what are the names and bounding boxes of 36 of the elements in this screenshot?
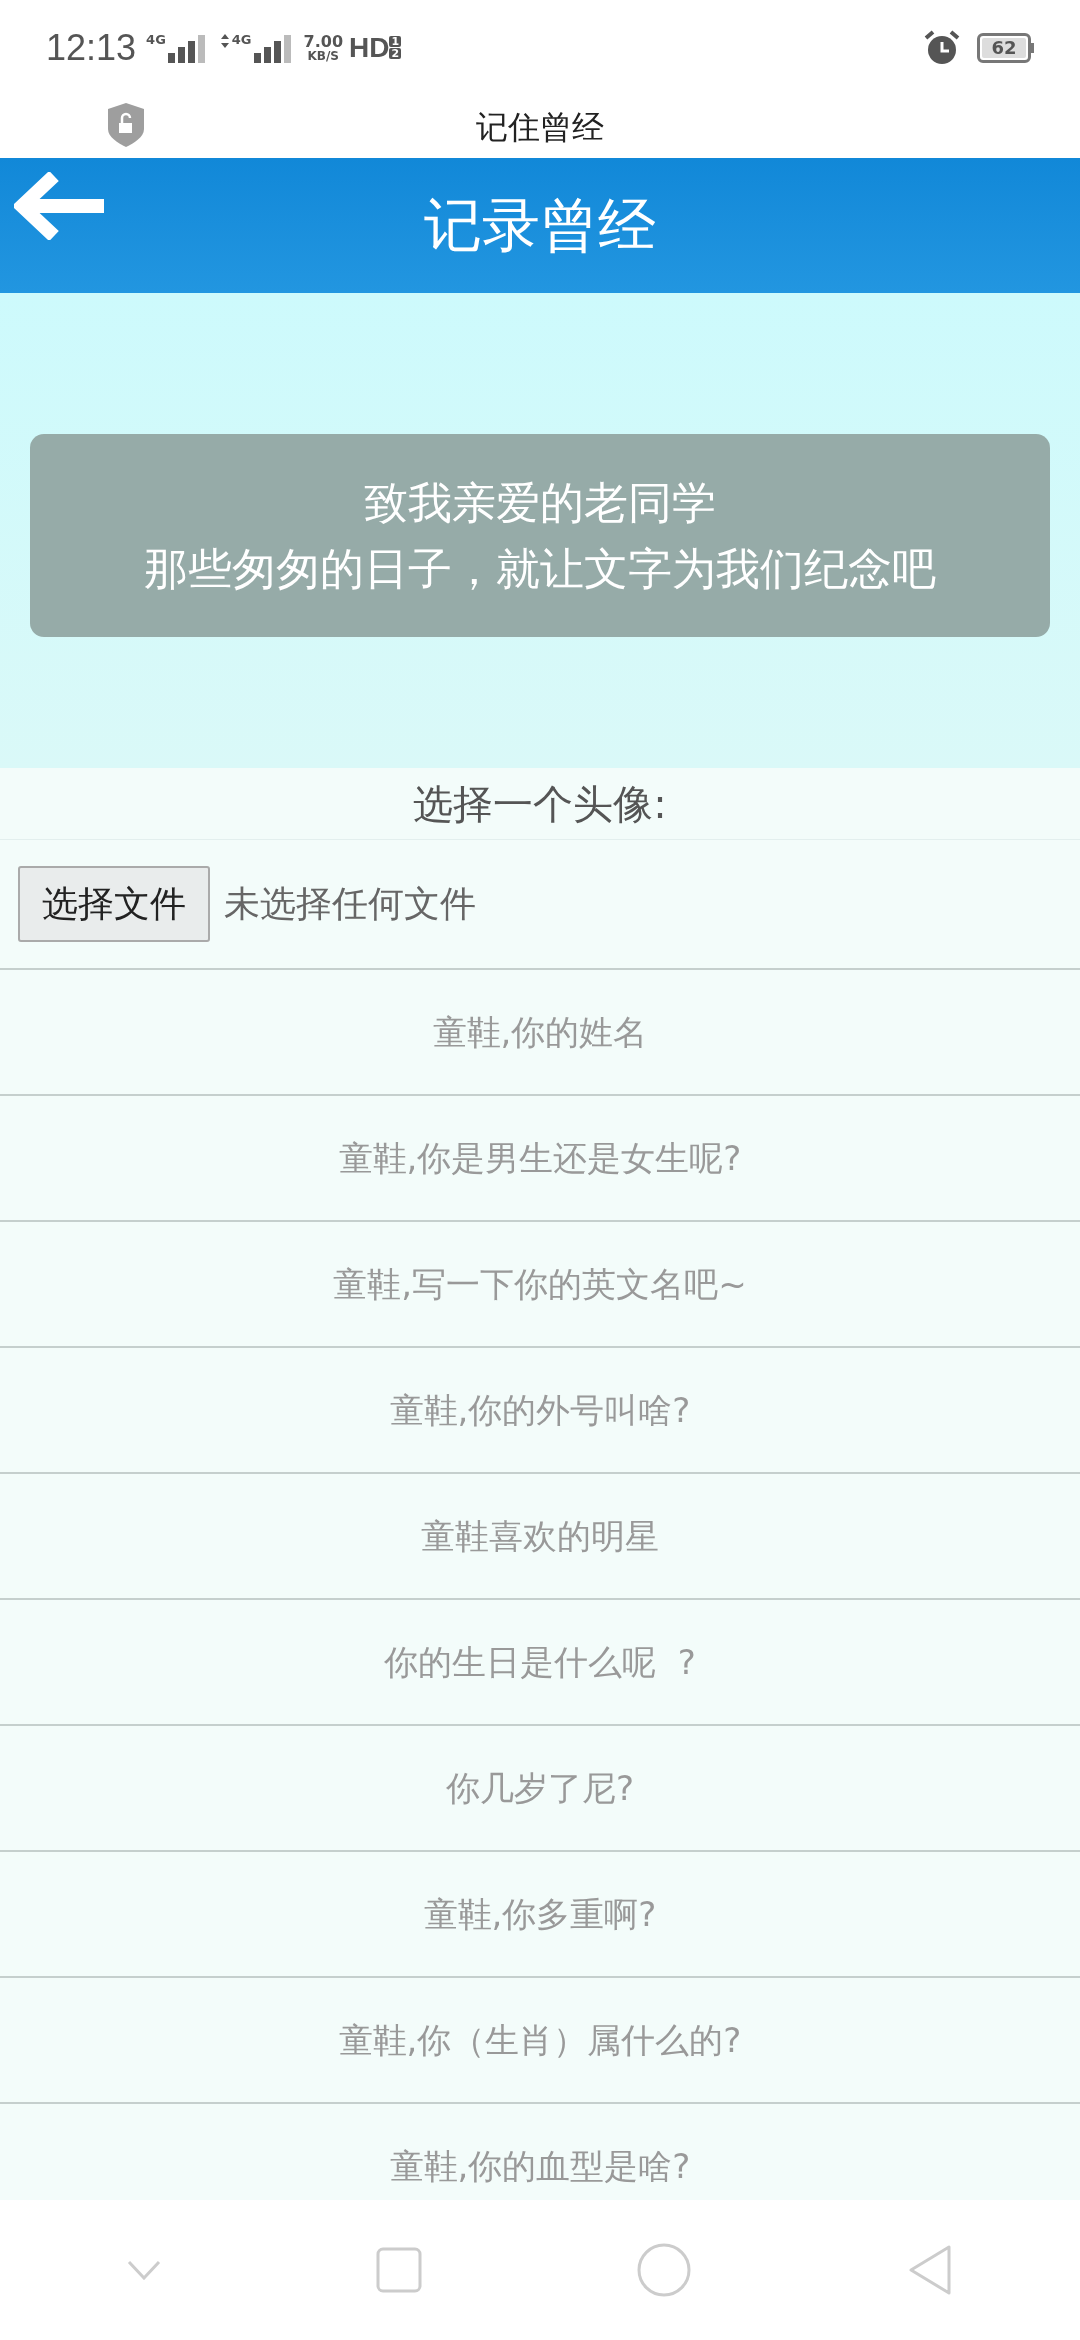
input-field[interactable]: 童鞋,你的血型是啥? <box>0 2136 1080 2196</box>
sim-slot-number: 1 <box>389 36 402 47</box>
collapse-icon[interactable] <box>127 2260 162 2280</box>
data-arrows-icon <box>219 32 230 49</box>
input-field[interactable]: 童鞋,你的姓名 <box>0 1002 1080 1062</box>
hd-label: HD <box>349 30 390 65</box>
input-field[interactable]: 你的生日是什么呢 ? <box>0 1632 1080 1692</box>
signal-icon <box>167 32 208 63</box>
clock-time: 12:13 <box>46 25 137 70</box>
net-speed: 7.00 <box>303 33 343 50</box>
back-arrow-icon <box>14 172 106 240</box>
page-title: 记住曾经 <box>476 106 604 148</box>
input-field[interactable]: 童鞋,你是男生还是女生呢? <box>0 1128 1080 1188</box>
input-field[interactable]: 童鞋,你的外号叫啥? <box>0 1380 1080 1440</box>
input-field[interactable]: 童鞋喜欢的明星 <box>0 1506 1080 1566</box>
banner-text: 那些匆匆的日子，就让文字为我们纪念吧 <box>144 541 936 596</box>
input-field[interactable]: 你几岁了尼? <box>0 1758 1080 1818</box>
input-field[interactable]: 童鞋,你（生肖）属什么的? <box>0 2010 1080 2070</box>
network-type: 4G <box>146 32 166 46</box>
file-status: 未选择任何文件 <box>224 882 476 926</box>
avatar-label: 选择一个头像: <box>413 779 667 829</box>
battery-icon: 62 <box>977 32 1034 63</box>
back-button[interactable] <box>14 172 106 240</box>
network-type: 4G <box>231 32 252 46</box>
recent-apps-icon[interactable] <box>375 2247 422 2293</box>
input-field[interactable]: 童鞋,你多重啊? <box>0 1884 1080 1944</box>
net-speed-unit: KB/S <box>307 49 339 62</box>
shield-lock-icon <box>106 103 146 147</box>
home-icon[interactable] <box>636 2242 693 2298</box>
header-title: 记录曾经 <box>424 190 656 261</box>
banner-text: 致我亲爱的老同学 <box>364 475 716 530</box>
signal-icon <box>253 32 294 63</box>
sim-slot-number: 2 <box>389 48 402 59</box>
alarm-icon <box>923 29 961 66</box>
choose-file-button[interactable]: 选择文件 <box>18 866 210 942</box>
input-field[interactable]: 童鞋,写一下你的英文名吧~ <box>0 1254 1080 1314</box>
